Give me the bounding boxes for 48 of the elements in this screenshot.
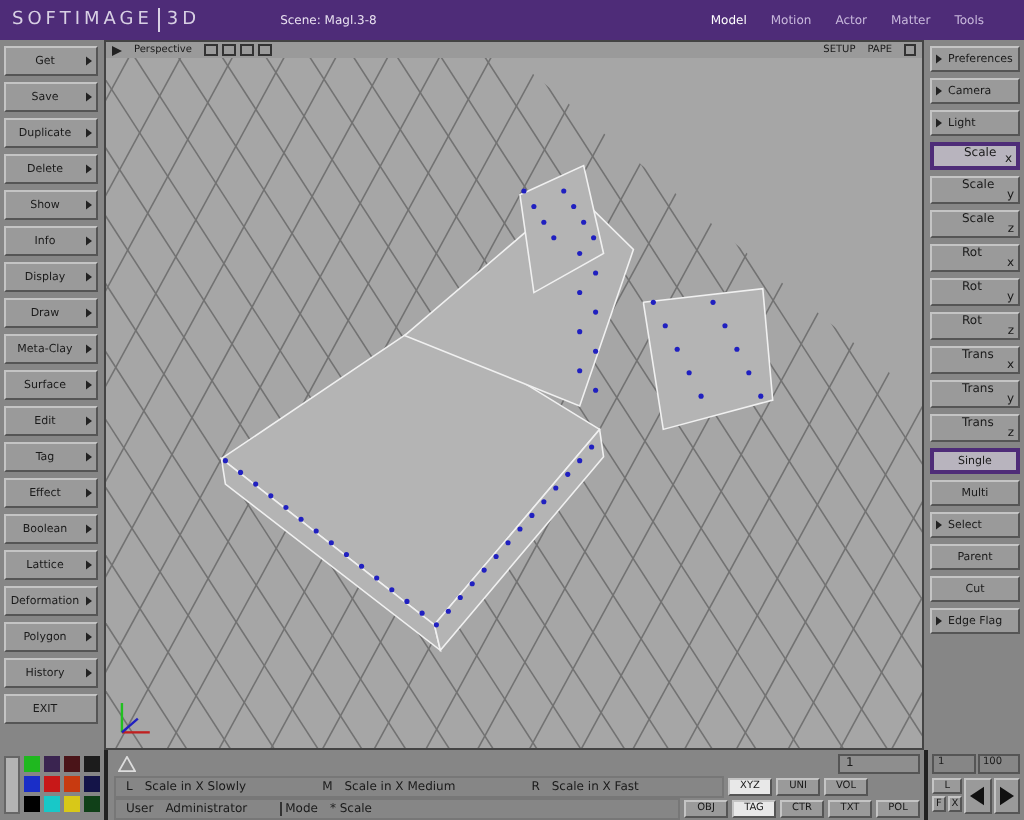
arrow-icon [936,520,942,530]
arrow-icon [86,272,92,282]
logo-divider [158,8,161,32]
app-logo-suffix: 3D [166,10,201,30]
arrow-icon [936,54,942,64]
arrow-icon [86,128,92,138]
arrow-icon [86,488,92,498]
right-arrow-icon [999,786,1014,806]
previous-frame-button[interactable] [964,778,992,814]
color-swatch[interactable] [64,776,80,792]
arrow-icon [86,452,92,462]
color-swatch[interactable] [44,776,60,792]
color-swatch[interactable] [24,756,40,772]
arrow-icon [86,56,92,66]
color-swatch[interactable] [84,756,100,772]
color-swatch[interactable] [44,796,60,812]
arrow-icon [86,416,92,426]
arrow-icon [86,236,92,246]
color-swatch[interactable] [84,776,100,792]
arrow-icon [86,308,92,318]
maximize-icon[interactable] [904,44,916,56]
app-logo: SOFTIMAGE [12,10,153,30]
arrow-icon [86,92,92,102]
arrow-icon [86,344,92,354]
color-swatch[interactable] [64,756,80,772]
arrow-icon [936,616,942,626]
left-arrow-icon [970,786,985,806]
arrow-icon [86,596,92,606]
arrow-icon [86,632,92,642]
view-buttons-icon[interactable] [203,44,272,56]
arrow-icon [86,668,92,678]
color-swatch[interactable] [24,776,40,792]
color-swatch[interactable] [64,796,80,812]
arrow-icon [86,560,92,570]
arrow-icon [86,200,92,210]
axis-gizmo-icon [120,703,150,734]
arrow-icon [86,524,92,534]
arrow-icon [936,118,942,128]
color-swatch[interactable] [44,756,60,772]
arrow-icon [86,164,92,174]
arrow-icon [936,86,942,96]
arrow-icon[interactable] [112,45,122,55]
current-color-swatch[interactable] [4,756,20,814]
triangle-icon [118,756,136,772]
arrow-icon [86,380,92,390]
next-frame-button[interactable] [993,778,1021,814]
color-swatch[interactable] [24,796,40,812]
color-swatch[interactable] [84,796,100,812]
